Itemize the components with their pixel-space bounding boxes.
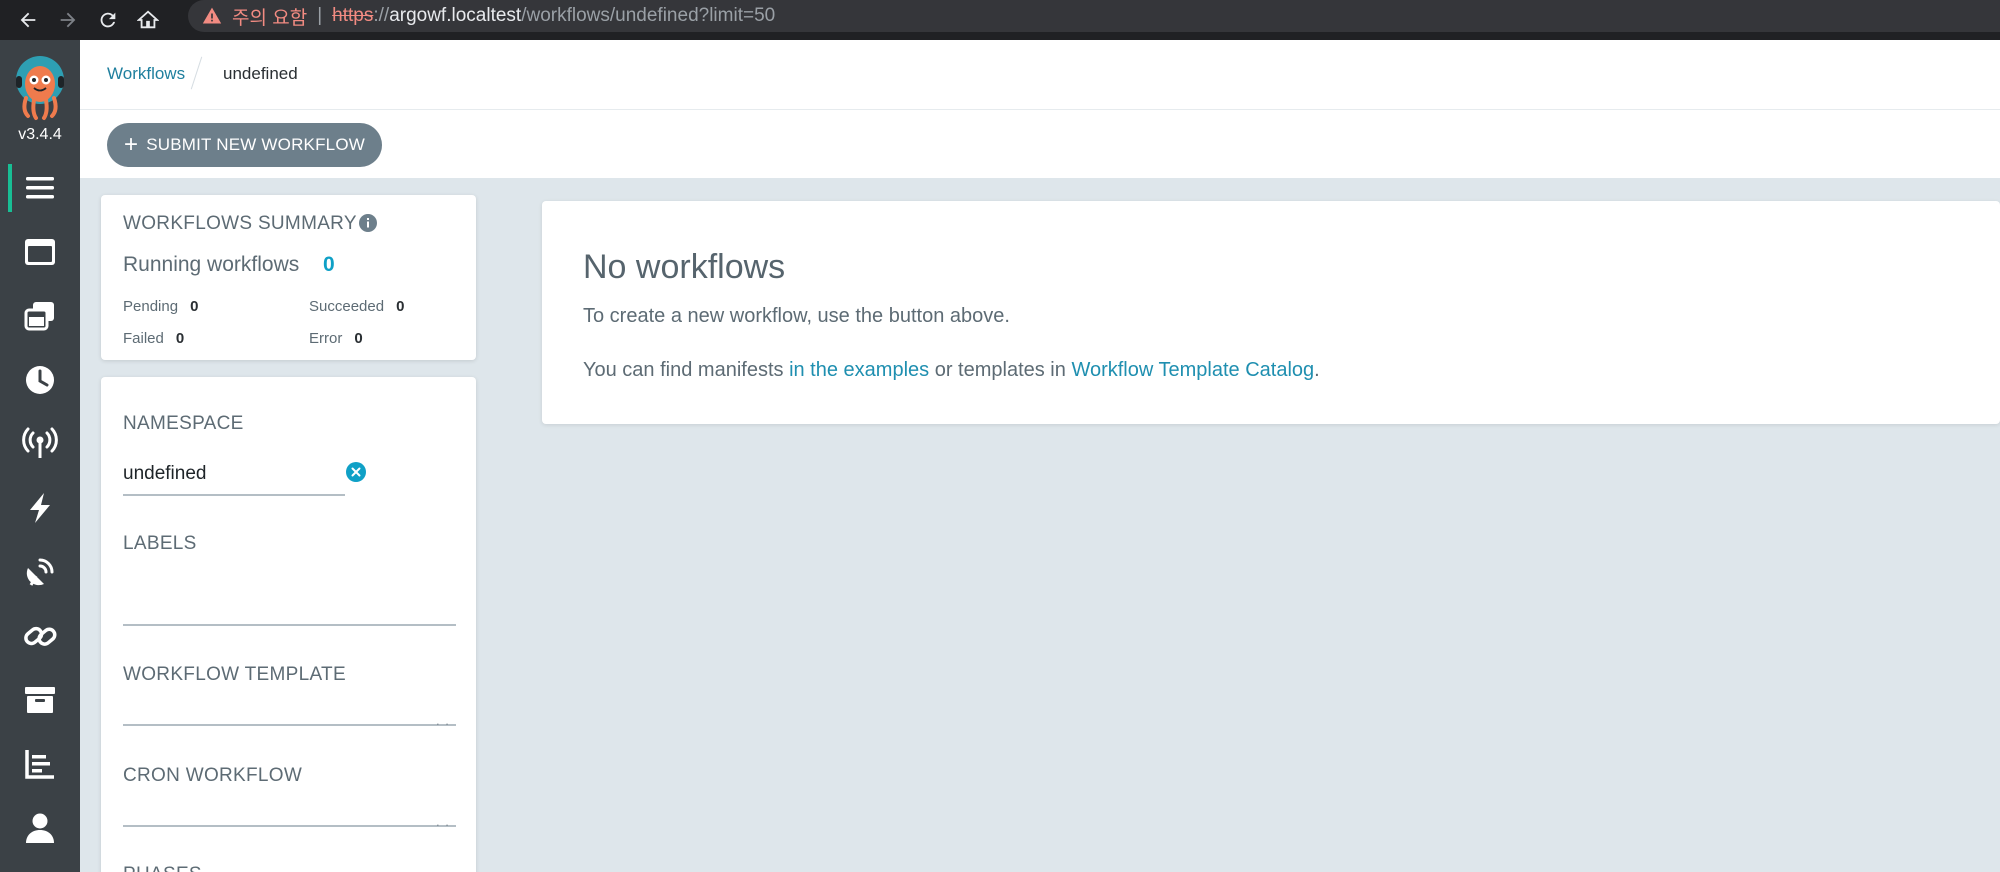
- labels-label: LABELS: [123, 533, 197, 554]
- arrow-right-icon: [60, 12, 76, 28]
- reload-icon: [100, 12, 116, 28]
- page-header: Workflows undefined: [80, 40, 2000, 110]
- template-catalog-link[interactable]: Workflow Template Catalog: [1071, 359, 1314, 381]
- nav-workflows[interactable]: [0, 156, 80, 220]
- breadcrumb-separator: [190, 56, 203, 90]
- nav-sensors[interactable]: [0, 476, 80, 540]
- empty-state-instructions: To create a new workflow, use the button…: [583, 305, 1010, 327]
- summary-title: WORKFLOWS SUMMARY: [123, 213, 357, 234]
- url-path: /workflows/undefined?limit=50: [521, 5, 776, 26]
- cluster-templates-icon: [24, 302, 54, 331]
- browser-toolbar: 주의 요함 | https://argowf.localtest/workflo…: [0, 0, 2000, 40]
- workflow-template-dropdown-icon[interactable]: . .: [436, 713, 450, 728]
- plus-icon: +: [123, 131, 139, 158]
- cron-clock-icon: [26, 366, 54, 394]
- failed-label: Failed: [123, 330, 164, 347]
- workflow-templates-icon: [25, 239, 55, 265]
- error-stat: Error 0: [309, 330, 363, 347]
- workflow-template-input[interactable]: [123, 724, 456, 726]
- nav-reports[interactable]: [0, 732, 80, 796]
- nav-workflow-templates[interactable]: [0, 220, 80, 284]
- succeeded-count: 0: [396, 298, 405, 315]
- running-workflows-label: Running workflows: [123, 253, 300, 276]
- back-button[interactable]: [8, 0, 48, 40]
- sidebar: v3.4.4: [0, 40, 80, 872]
- reload-button[interactable]: [88, 0, 128, 40]
- resources-middle: or templates in: [929, 359, 1072, 381]
- forward-button[interactable]: [48, 0, 88, 40]
- cron-workflow-label: CRON WORKFLOW: [123, 765, 303, 786]
- bar-chart-icon: [25, 750, 54, 779]
- workflow-template-label: WORKFLOW TEMPLATE: [123, 664, 346, 685]
- home-button[interactable]: [128, 0, 168, 40]
- nav-event-sources[interactable]: [0, 412, 80, 476]
- submit-new-workflow-button[interactable]: + SUBMIT NEW WORKFLOW: [107, 123, 382, 167]
- error-label: Error: [309, 330, 343, 347]
- workflows-summary-panel: WORKFLOWS SUMMARY Running workflows 0 Pe…: [101, 195, 476, 360]
- home-icon: [137, 10, 159, 29]
- action-toolbar: + SUBMIT NEW WORKFLOW: [80, 110, 2000, 178]
- argo-logo-icon[interactable]: [12, 54, 68, 122]
- namespace-label: NAMESPACE: [123, 413, 244, 434]
- nav-api-docs[interactable]: [0, 604, 80, 668]
- archive-icon: [25, 687, 55, 713]
- resources-suffix: .: [1314, 359, 1320, 381]
- nav-cluster-workflow-templates[interactable]: [0, 284, 80, 348]
- broadcast-icon: [22, 427, 58, 458]
- nav-cron-workflows[interactable]: [0, 348, 80, 412]
- url-protocol: https: [332, 5, 374, 26]
- breadcrumb-workflows-link[interactable]: Workflows: [107, 64, 185, 84]
- clear-namespace-icon[interactable]: [345, 461, 367, 483]
- breadcrumb-current: undefined: [223, 64, 298, 83]
- workflows-icon: [26, 177, 54, 199]
- failed-count: 0: [175, 330, 185, 347]
- namespace-input[interactable]: undefined: [123, 463, 206, 485]
- succeeded-stat: Succeeded 0: [309, 298, 404, 315]
- cron-workflow-input[interactable]: [123, 825, 456, 827]
- version-label: v3.4.4: [18, 126, 62, 143]
- arrow-left-icon: [20, 12, 36, 28]
- info-icon[interactable]: [358, 213, 378, 233]
- omnibox-separator: |: [317, 5, 323, 26]
- labels-input[interactable]: [123, 624, 456, 626]
- cron-workflow-dropdown-icon[interactable]: . .: [436, 814, 450, 829]
- link-icon: [24, 626, 57, 646]
- empty-state-panel: No workflows To create a new workflow, u…: [542, 201, 2000, 424]
- empty-state-resources: You can find manifests in the examples o…: [583, 359, 1320, 382]
- lightning-icon: [30, 493, 50, 523]
- running-workflows-count[interactable]: 0: [323, 253, 335, 277]
- satellite-dish-icon: [26, 558, 54, 586]
- pending-stat: Pending 0: [123, 298, 198, 315]
- resources-prefix: You can find manifests: [583, 359, 790, 381]
- pending-count: 0: [190, 298, 199, 315]
- error-count: 0: [354, 330, 363, 347]
- failed-stat: Failed 0: [123, 330, 184, 347]
- nav-user-info[interactable]: [0, 796, 80, 860]
- empty-state-title: No workflows: [583, 248, 786, 286]
- examples-link[interactable]: in the examples: [789, 359, 929, 381]
- warning-icon: [202, 7, 222, 24]
- security-warning: 주의 요함: [232, 7, 308, 29]
- phases-label: PHASES: [123, 864, 202, 872]
- nav-event-flow[interactable]: [0, 540, 80, 604]
- namespace-underline: [123, 494, 345, 496]
- submit-button-label: SUBMIT NEW WORKFLOW: [146, 135, 366, 154]
- url-slashes: ://: [373, 5, 390, 26]
- pending-label: Pending: [123, 298, 179, 315]
- url-host: argowf.localtest: [389, 5, 522, 26]
- nav-archived-workflows[interactable]: [0, 668, 80, 732]
- succeeded-label: Succeeded: [309, 298, 385, 315]
- filters-panel: NAMESPACE undefined LABELS WORKFLOW TEMP…: [101, 377, 476, 872]
- user-icon: [26, 813, 54, 843]
- address-bar[interactable]: 주의 요함 | https://argowf.localtest/workflo…: [188, 0, 2000, 32]
